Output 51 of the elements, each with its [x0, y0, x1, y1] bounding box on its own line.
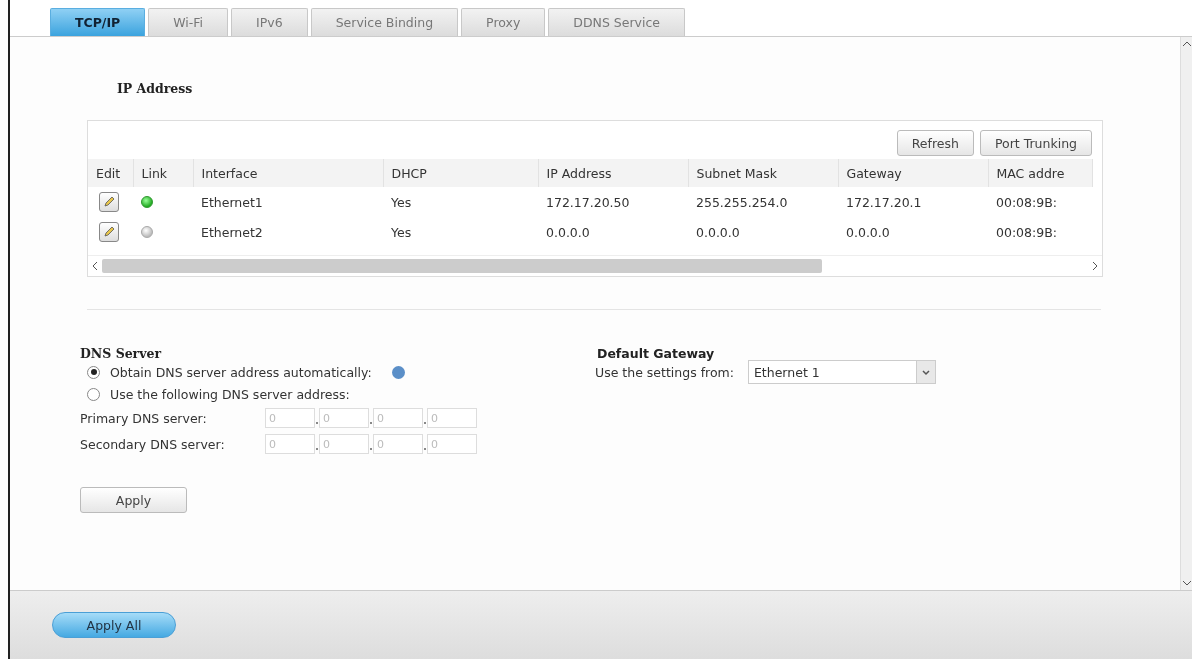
column-header: DHCP [383, 159, 538, 187]
column-header: Link [133, 159, 193, 187]
column-header: Subnet Mask [688, 159, 838, 187]
radio-button[interactable] [87, 365, 100, 379]
table-cell-text: 0.0.0.0 [545, 223, 591, 242]
table-cell-text: Yes [390, 223, 413, 242]
toolbar-button[interactable]: Refresh [896, 130, 974, 156]
apply-button[interactable]: Apply [80, 487, 187, 513]
dropdown-caret-icon[interactable] [915, 361, 935, 383]
table-cell: 172.17.20.1 [838, 187, 988, 217]
table-cell: 00:08:9B: [988, 187, 1092, 217]
table-cell: 255.255.254.0 [688, 187, 838, 217]
radio-label: Obtain DNS server address automatically: [110, 364, 372, 380]
tab[interactable]: Proxy [461, 8, 546, 36]
column-header: Gateway [838, 159, 988, 187]
table-cell-text: Ethernet2 [200, 223, 264, 242]
column-header: Edit [88, 159, 133, 187]
column-header: Interface [193, 159, 383, 187]
table-cell: Ethernet1 [193, 187, 383, 217]
toolbar-button[interactable]: Port Trunking [979, 130, 1092, 156]
table-cell-text: 0.0.0.0 [845, 223, 891, 242]
column-header: IP Address [538, 159, 688, 187]
edit-icon[interactable] [99, 222, 119, 242]
scroll-left-icon[interactable] [92, 262, 98, 270]
horizontal-scrollbar[interactable] [88, 255, 1102, 276]
tab[interactable]: Service Binding [310, 8, 459, 36]
apply-all-button[interactable]: Apply All [52, 612, 176, 638]
scroll-up-icon[interactable] [1182, 41, 1191, 47]
section-title: IP Address [117, 81, 194, 96]
edit-icon[interactable] [99, 192, 119, 212]
table-cell-text: 00:08:9B: [995, 223, 1058, 242]
field-label: Use the settings from: [595, 364, 734, 380]
info-icon[interactable] [391, 365, 405, 379]
table-cell-text: 0.0.0.0 [695, 223, 741, 242]
tab[interactable]: Wi-Fi [148, 8, 229, 36]
field-label: Secondary DNS server: [80, 436, 226, 452]
section-title: DNS Server [80, 346, 163, 361]
radio-label: Use the following DNS server address: [110, 386, 350, 402]
field-label: Primary DNS server: [80, 410, 208, 426]
tab[interactable]: DDNS Service [548, 8, 686, 36]
section-title: Default Gateway [597, 346, 716, 361]
gateway-dropdown[interactable]: Ethernet 1 [747, 360, 936, 384]
column-header: MAC addre [988, 159, 1092, 187]
scroll-down-icon[interactable] [1182, 580, 1191, 586]
scroll-right-icon[interactable] [1092, 262, 1098, 270]
tab[interactable]: TCP/IP [50, 8, 146, 36]
table-cell: Yes [383, 187, 538, 217]
radio-button[interactable] [87, 387, 100, 401]
tab[interactable]: IPv6 [231, 8, 308, 36]
table-cell: 172.17.20.50 [538, 187, 688, 217]
vertical-scrollbar[interactable] [1180, 37, 1192, 590]
